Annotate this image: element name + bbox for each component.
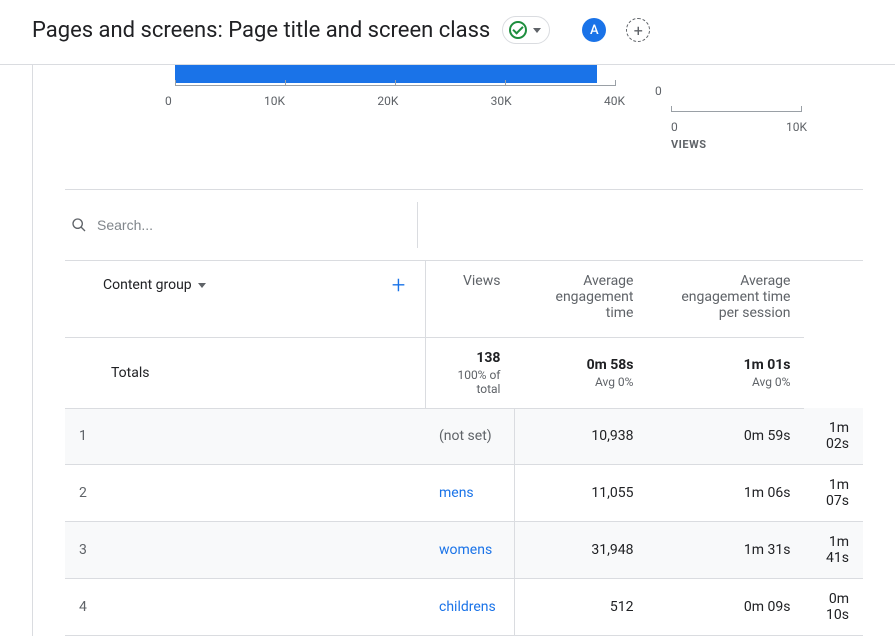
page-header: Pages and screens: Page title and screen… xyxy=(0,0,895,65)
add-dimension-button[interactable]: + xyxy=(387,273,411,297)
chart-bar xyxy=(175,65,597,83)
table-row: 4childrens5120m 09s0m 10s xyxy=(65,579,863,636)
views-label: VIEWS xyxy=(671,138,863,151)
row-aet: 1m 31s xyxy=(647,522,804,579)
check-circle-icon xyxy=(509,21,527,39)
table-row: 3womens31,9481m 31s1m 41s xyxy=(65,522,863,579)
row-aet: 0m 59s xyxy=(647,408,804,465)
search-row xyxy=(65,190,863,261)
zero-label: 0 xyxy=(655,84,662,98)
tick-label: 10K xyxy=(264,94,285,108)
totals-aets: 1m 01s Avg 0% xyxy=(647,337,804,408)
totals-aet: 0m 58s Avg 0% xyxy=(514,337,647,408)
row-index: 4 xyxy=(65,579,425,636)
column-header-aets[interactable]: Average engagement time per session xyxy=(647,261,804,337)
row-aets: 1m 41s xyxy=(804,522,863,579)
dimension-dropdown[interactable]: Content group xyxy=(103,277,206,293)
segment-avatar[interactable]: A xyxy=(582,18,606,42)
dimension-label: Content group xyxy=(103,277,192,293)
chevron-down-icon xyxy=(198,283,206,288)
status-dropdown[interactable] xyxy=(502,16,550,44)
content-area: 0 10K 20K 30K 40K 0 0 10K VIEWS xyxy=(32,65,895,636)
side-tick-labels: 0 10K xyxy=(671,120,807,134)
add-segment-button[interactable] xyxy=(626,18,650,42)
tick-label: 40K xyxy=(604,94,625,108)
tick-label: 20K xyxy=(377,94,398,108)
row-name[interactable]: childrens xyxy=(425,579,514,636)
row-views: 512 xyxy=(514,579,647,636)
totals-label: Totals xyxy=(65,337,425,408)
tick-label: 0 xyxy=(165,94,172,108)
row-aets: 1m 02s xyxy=(804,408,863,465)
column-header-views[interactable]: Views xyxy=(425,261,514,337)
main-bar-chart: 0 10K 20K 30K 40K xyxy=(65,65,641,145)
row-name[interactable]: womens xyxy=(425,522,514,579)
side-x-axis: 0 xyxy=(671,111,801,112)
row-aets: 1m 07s xyxy=(804,465,863,522)
row-aets: 0m 10s xyxy=(804,579,863,636)
row-index: 2 xyxy=(65,465,425,522)
tick-label: 10K xyxy=(786,120,807,134)
column-header-aet[interactable]: Average engagement time xyxy=(514,261,647,337)
x-axis xyxy=(175,85,615,86)
side-chart: 0 0 10K VIEWS xyxy=(671,65,863,165)
totals-views: 138 100% of total xyxy=(425,337,514,408)
chart-area: 0 10K 20K 30K 40K 0 0 10K VIEWS xyxy=(65,65,863,189)
tick-label: 0 xyxy=(671,120,678,134)
tick-label: 30K xyxy=(491,94,512,108)
data-table: Content group + Views Average engagement… xyxy=(65,261,863,636)
row-aet: 0m 09s xyxy=(647,579,804,636)
chevron-down-icon xyxy=(533,28,541,33)
row-name: (not set) xyxy=(425,408,514,465)
table-row: 1(not set)10,9380m 59s1m 02s xyxy=(65,408,863,465)
row-index: 3 xyxy=(65,522,425,579)
row-name[interactable]: mens xyxy=(425,465,514,522)
page-title: Pages and screens: Page title and screen… xyxy=(32,18,490,43)
row-views: 31,948 xyxy=(514,522,647,579)
search-input[interactable] xyxy=(97,217,401,233)
search-icon xyxy=(71,217,87,233)
table-row: 2mens11,0551m 06s1m 07s xyxy=(65,465,863,522)
row-views: 10,938 xyxy=(514,408,647,465)
row-views: 11,055 xyxy=(514,465,647,522)
row-index: 1 xyxy=(65,408,425,465)
row-aet: 1m 06s xyxy=(647,465,804,522)
x-axis-labels: 0 10K 20K 30K 40K xyxy=(165,94,625,108)
